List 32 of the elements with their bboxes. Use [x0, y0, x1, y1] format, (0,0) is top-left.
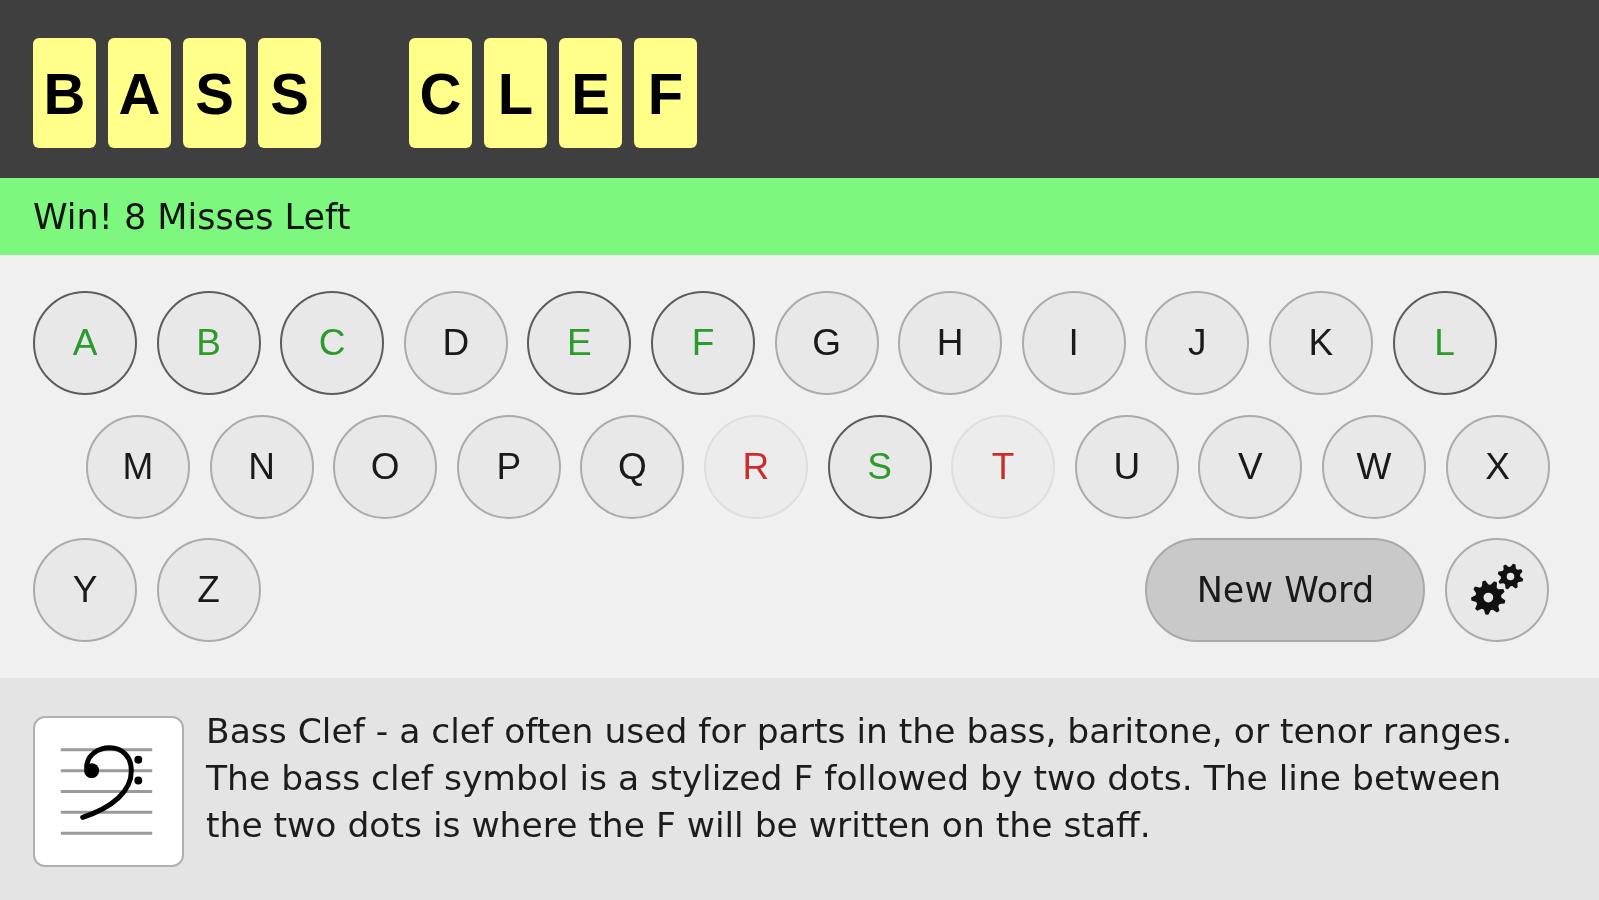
letter-key[interactable]: X: [1445, 414, 1550, 519]
letter-tile: L: [484, 38, 547, 148]
new-word-button[interactable]: New Word: [1145, 538, 1426, 642]
letter-key[interactable]: Q: [580, 414, 685, 519]
letter-tile: A: [108, 38, 171, 148]
letter-key[interactable]: J: [1145, 291, 1250, 395]
letter-key[interactable]: Z: [156, 538, 261, 642]
letter-tile: B: [33, 38, 96, 148]
letter-tile: C: [409, 38, 472, 148]
letter-key[interactable]: T: [951, 414, 1056, 519]
gears-icon: [1470, 563, 1524, 617]
bass-clef-icon: [33, 716, 184, 867]
description-text: Bass Clef - a clef often used for parts in the bass, baritone, or tenor ranges. The bass clef symbol is a stylized F followed by two dots. The line between the two dots is where the F will be written on the staff.: [206, 710, 1514, 847]
letter-key[interactable]: H: [898, 291, 1003, 395]
letter-key[interactable]: W: [1321, 414, 1426, 519]
letter-key[interactable]: M: [86, 414, 190, 519]
letter-key[interactable]: G: [774, 291, 879, 395]
letter-key[interactable]: N: [209, 414, 314, 519]
letter-key[interactable]: R: [703, 414, 808, 519]
letter-tile: S: [183, 38, 246, 148]
letter-key[interactable]: K: [1268, 291, 1373, 395]
letter-key[interactable]: V: [1198, 414, 1303, 519]
letter-key[interactable]: P: [456, 414, 561, 519]
letter-tile: S: [258, 38, 321, 148]
letter-key[interactable]: Y: [33, 538, 137, 642]
letter-key[interactable]: O: [333, 414, 438, 519]
letter-key[interactable]: D: [403, 291, 508, 395]
letter-key[interactable]: I: [1021, 291, 1126, 395]
letter-tile: E: [559, 38, 622, 148]
letter-tile: F: [634, 38, 697, 148]
letter-key[interactable]: U: [1074, 414, 1179, 519]
status-message: Win! 8 Misses Left: [33, 196, 351, 237]
